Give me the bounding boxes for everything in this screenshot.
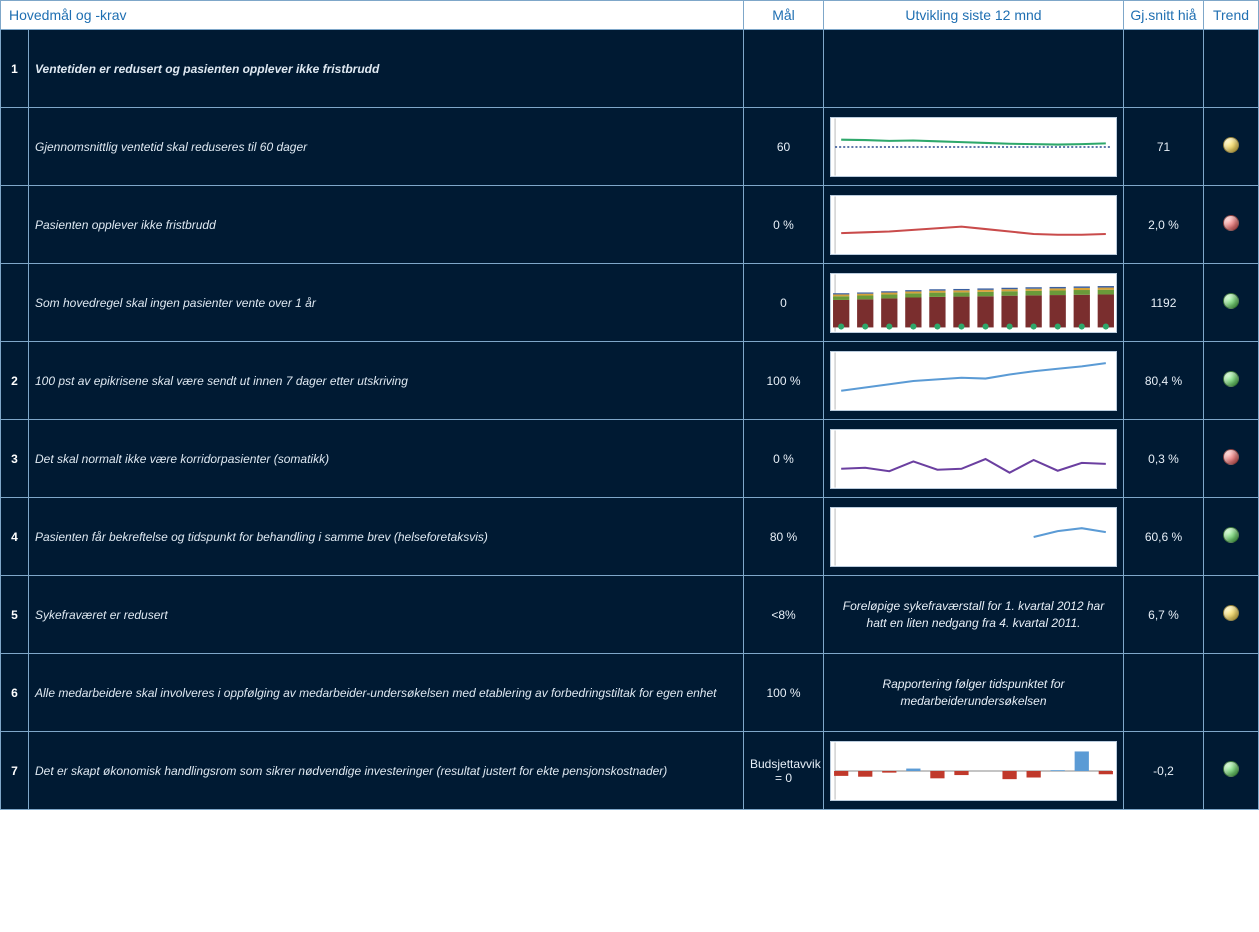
sparkline bbox=[830, 117, 1117, 177]
row-description: Det er skapt økonomisk handlingsrom som … bbox=[29, 732, 744, 810]
row-description: Det skal normalt ikke være korridorpasie… bbox=[29, 420, 744, 498]
sparkline bbox=[830, 195, 1117, 255]
status-dot-green bbox=[1223, 761, 1239, 777]
row-average: 2,0 % bbox=[1124, 186, 1204, 264]
row-goal: 80 % bbox=[744, 498, 824, 576]
row-chart bbox=[824, 498, 1124, 576]
row-average bbox=[1124, 654, 1204, 732]
table-row: 4Pasienten får bekreftelse og tidspunkt … bbox=[1, 498, 1259, 576]
row-description: Gjennomsnittlig ventetid skal reduseres … bbox=[29, 108, 744, 186]
row-goal: 0 % bbox=[744, 186, 824, 264]
sparkline bbox=[830, 507, 1117, 567]
row-trend bbox=[1204, 654, 1259, 732]
row-trend bbox=[1204, 732, 1259, 810]
row-number bbox=[1, 108, 29, 186]
col-header-goals: Hovedmål og -krav bbox=[1, 1, 744, 30]
row-average: 80,4 % bbox=[1124, 342, 1204, 420]
col-header-target: Mål bbox=[744, 1, 824, 30]
row-description: 100 pst av epikrisene skal være sendt ut… bbox=[29, 342, 744, 420]
row-trend bbox=[1204, 342, 1259, 420]
table-row: 1Ventetiden er redusert og pasienten opp… bbox=[1, 30, 1259, 108]
status-dot-yellow bbox=[1223, 605, 1239, 621]
row-number: 6 bbox=[1, 654, 29, 732]
table-row: 3Det skal normalt ikke være korridorpasi… bbox=[1, 420, 1259, 498]
row-description: Pasienten opplever ikke fristbrudd bbox=[29, 186, 744, 264]
row-chart bbox=[824, 30, 1124, 108]
row-trend bbox=[1204, 264, 1259, 342]
status-dot-green bbox=[1223, 293, 1239, 309]
row-description: Som hovedregel skal ingen pasienter vent… bbox=[29, 264, 744, 342]
table-row: 7Det er skapt økonomisk handlingsrom som… bbox=[1, 732, 1259, 810]
row-average: 6,7 % bbox=[1124, 576, 1204, 654]
col-header-dev: Utvikling siste 12 mnd bbox=[824, 1, 1124, 30]
row-goal: 100 % bbox=[744, 654, 824, 732]
row-goal: 0 bbox=[744, 264, 824, 342]
row-chart: Rapportering følger tidspunktet for meda… bbox=[824, 654, 1124, 732]
row-description: Ventetiden er redusert og pasienten oppl… bbox=[29, 30, 744, 108]
row-goal: 60 bbox=[744, 108, 824, 186]
row-number: 5 bbox=[1, 576, 29, 654]
row-chart bbox=[824, 264, 1124, 342]
row-number: 4 bbox=[1, 498, 29, 576]
row-chart bbox=[824, 342, 1124, 420]
row-trend bbox=[1204, 108, 1259, 186]
row-trend bbox=[1204, 420, 1259, 498]
row-average: 60,6 % bbox=[1124, 498, 1204, 576]
row-trend bbox=[1204, 576, 1259, 654]
row-goal: 0 % bbox=[744, 420, 824, 498]
row-chart: Foreløpige sykefraværstall for 1. kvarta… bbox=[824, 576, 1124, 654]
row-average: -0,2 bbox=[1124, 732, 1204, 810]
row-number: 2 bbox=[1, 342, 29, 420]
row-description: Sykefraværet er redusert bbox=[29, 576, 744, 654]
row-description: Pasienten får bekreftelse og tidspunkt f… bbox=[29, 498, 744, 576]
table-row: Som hovedregel skal ingen pasienter vent… bbox=[1, 264, 1259, 342]
status-dot-green bbox=[1223, 371, 1239, 387]
row-number bbox=[1, 264, 29, 342]
table-row: 5Sykefraværet er redusert<8%Foreløpige s… bbox=[1, 576, 1259, 654]
sparkline bbox=[830, 273, 1117, 333]
row-average bbox=[1124, 30, 1204, 108]
row-trend bbox=[1204, 498, 1259, 576]
table-row: Pasienten opplever ikke fristbrudd0 % 2,0… bbox=[1, 186, 1259, 264]
row-trend bbox=[1204, 186, 1259, 264]
chart-note: Foreløpige sykefraværstall for 1. kvarta… bbox=[830, 594, 1117, 636]
row-description: Alle medarbeidere skal involveres i oppf… bbox=[29, 654, 744, 732]
row-chart bbox=[824, 108, 1124, 186]
table-row: 6Alle medarbeidere skal involveres i opp… bbox=[1, 654, 1259, 732]
row-chart bbox=[824, 732, 1124, 810]
row-chart bbox=[824, 420, 1124, 498]
table-row: Gjennomsnittlig ventetid skal reduseres … bbox=[1, 108, 1259, 186]
row-goal: <8% bbox=[744, 576, 824, 654]
status-dot-green bbox=[1223, 527, 1239, 543]
row-trend bbox=[1204, 30, 1259, 108]
row-goal: 100 % bbox=[744, 342, 824, 420]
sparkline bbox=[830, 741, 1117, 801]
row-number: 3 bbox=[1, 420, 29, 498]
sparkline bbox=[830, 429, 1117, 489]
row-chart bbox=[824, 186, 1124, 264]
row-average: 71 bbox=[1124, 108, 1204, 186]
row-number bbox=[1, 186, 29, 264]
row-goal: Budsjettavvik = 0 bbox=[744, 732, 824, 810]
row-number: 1 bbox=[1, 30, 29, 108]
row-average: 1192 bbox=[1124, 264, 1204, 342]
chart-note: Rapportering følger tidspunktet for meda… bbox=[830, 672, 1117, 714]
col-header-avg: Gj.snitt hiå bbox=[1124, 1, 1204, 30]
row-goal bbox=[744, 30, 824, 108]
status-dot-yellow bbox=[1223, 137, 1239, 153]
row-number: 7 bbox=[1, 732, 29, 810]
status-dot-red bbox=[1223, 449, 1239, 465]
sparkline bbox=[830, 351, 1117, 411]
table-row: 2100 pst av epikrisene skal være sendt u… bbox=[1, 342, 1259, 420]
status-dot-red bbox=[1223, 215, 1239, 231]
col-header-trend: Trend bbox=[1204, 1, 1259, 30]
row-average: 0,3 % bbox=[1124, 420, 1204, 498]
